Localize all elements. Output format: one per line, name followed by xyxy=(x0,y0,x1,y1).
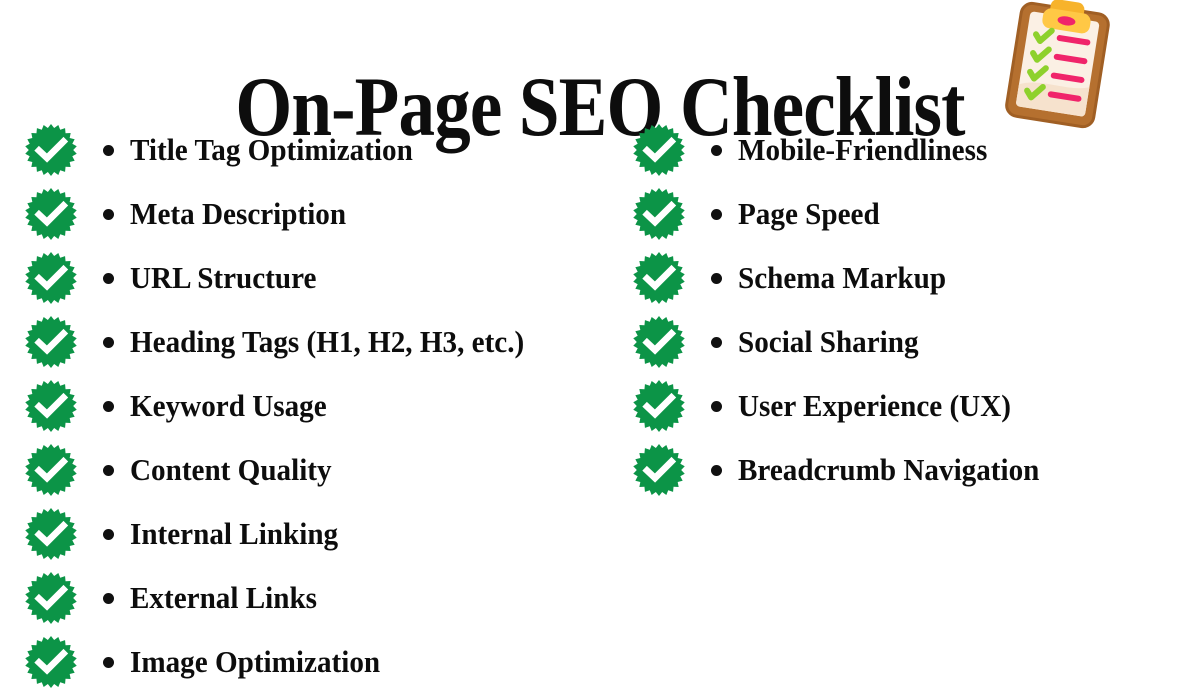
checklist-column-right: Mobile-Friendliness Page Speed Schema Mark… xyxy=(632,118,1192,502)
checklist-item-label: Content Quality xyxy=(130,452,332,487)
checklist-item[interactable]: Page Speed xyxy=(632,182,1192,246)
checklist-item[interactable]: Internal Linking xyxy=(24,502,624,566)
bullet-dot-icon xyxy=(711,400,722,412)
check-badge-icon xyxy=(24,442,78,498)
checklist-item[interactable]: Social Sharing xyxy=(632,310,1192,374)
checklist-item-label: External Links xyxy=(130,580,318,615)
bullet-dot-icon xyxy=(103,144,114,156)
checklist-item-label: Social Sharing xyxy=(738,324,919,359)
check-badge-icon xyxy=(632,186,686,242)
bullet-dot-icon xyxy=(711,144,722,156)
bullet-dot-icon xyxy=(103,400,114,412)
check-badge-icon xyxy=(632,250,686,306)
checklist-item-label: URL Structure xyxy=(130,260,317,295)
checklist-item-label: Breadcrumb Navigation xyxy=(738,452,1040,487)
check-badge-icon xyxy=(632,442,686,498)
bullet-dot-icon xyxy=(711,336,722,348)
check-badge-icon xyxy=(632,378,686,434)
checklist-item[interactable]: Schema Markup xyxy=(632,246,1192,310)
checklist-item[interactable]: Title Tag Optimization xyxy=(24,118,624,182)
checklist-item[interactable]: Image Optimization xyxy=(24,630,624,694)
bullet-dot-icon xyxy=(103,464,114,476)
check-badge-icon xyxy=(632,122,686,178)
checklist-left: Title Tag Optimization Meta Description UR… xyxy=(24,118,624,694)
checklist-item[interactable]: Breadcrumb Navigation xyxy=(632,438,1192,502)
check-badge-icon xyxy=(632,314,686,370)
checklist-item[interactable]: External Links xyxy=(24,566,624,630)
bullet-dot-icon xyxy=(103,528,114,540)
checklist-item[interactable]: Heading Tags (H1, H2, H3, etc.) xyxy=(24,310,624,374)
checklist-right: Mobile-Friendliness Page Speed Schema Mark… xyxy=(632,118,1192,502)
bullet-dot-icon xyxy=(711,208,722,220)
bullet-dot-icon xyxy=(711,464,722,476)
checklist-item-label: Mobile-Friendliness xyxy=(738,132,988,167)
check-badge-icon xyxy=(24,122,78,178)
checklist-item[interactable]: Meta Description xyxy=(24,182,624,246)
check-badge-icon xyxy=(24,378,78,434)
checklist-item-label: User Experience (UX) xyxy=(738,388,1011,423)
bullet-dot-icon xyxy=(103,272,114,284)
bullet-dot-icon xyxy=(103,336,114,348)
checklist-item[interactable]: Content Quality xyxy=(24,438,624,502)
bullet-dot-icon xyxy=(103,208,114,220)
checklist-item-label: Heading Tags (H1, H2, H3, etc.) xyxy=(130,324,525,359)
checklist-item[interactable]: URL Structure xyxy=(24,246,624,310)
checklist-item-label: Meta Description xyxy=(130,196,347,231)
checklist-columns: Title Tag Optimization Meta Description UR… xyxy=(0,0,1200,700)
checklist-item[interactable]: Keyword Usage xyxy=(24,374,624,438)
bullet-dot-icon xyxy=(711,272,722,284)
check-badge-icon xyxy=(24,570,78,626)
bullet-dot-icon xyxy=(103,656,114,668)
checklist-item-label: Keyword Usage xyxy=(130,388,327,423)
checklist-column-left: Title Tag Optimization Meta Description UR… xyxy=(24,118,624,694)
checklist-item[interactable]: Mobile-Friendliness xyxy=(632,118,1192,182)
checklist-item-label: Image Optimization xyxy=(130,644,381,679)
checklist-item-label: Schema Markup xyxy=(738,260,947,295)
bullet-dot-icon xyxy=(103,592,114,604)
checklist-item-label: Page Speed xyxy=(738,196,880,231)
check-badge-icon xyxy=(24,250,78,306)
checklist-item-label: Internal Linking xyxy=(130,516,339,551)
check-badge-icon xyxy=(24,314,78,370)
checklist-item[interactable]: User Experience (UX) xyxy=(632,374,1192,438)
check-badge-icon xyxy=(24,634,78,690)
checklist-item-label: Title Tag Optimization xyxy=(130,132,413,167)
check-badge-icon xyxy=(24,186,78,242)
check-badge-icon xyxy=(24,506,78,562)
